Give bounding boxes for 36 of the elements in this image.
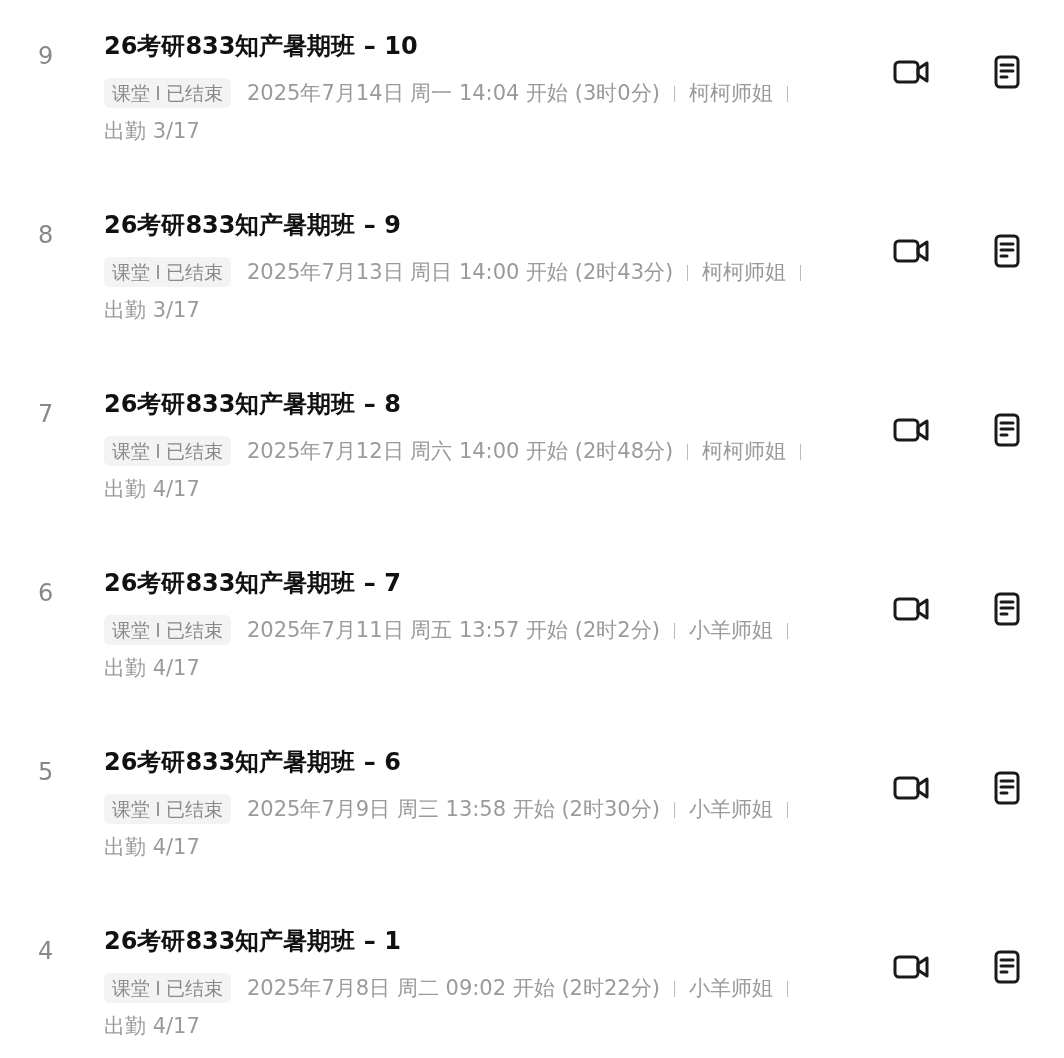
status-tag: 课堂 已结束	[104, 794, 231, 824]
status-tag: 课堂 已结束	[104, 615, 231, 645]
session-time: 2025年7月14日 周一 14:04 开始 (3时0分)	[247, 81, 660, 105]
session-title[interactable]: 26考研833知产暑期班 – 6	[104, 744, 401, 780]
teacher-name: 小羊师姐	[688, 976, 773, 1000]
session-title[interactable]: 26考研833知产暑期班 – 10	[104, 28, 418, 64]
teacher-name: 小羊师姐	[688, 618, 773, 642]
session-title[interactable]: 26考研833知产暑期班 – 9	[104, 207, 401, 243]
teacher-name: 柯柯师姐	[702, 439, 787, 463]
attendance-count: 出勤 3/17	[104, 298, 200, 322]
session-number: 4	[38, 937, 54, 965]
teacher-name: 柯柯师姐	[702, 260, 787, 284]
session-number: 7	[38, 400, 54, 428]
attendance-count: 出勤 4/17	[104, 1014, 200, 1038]
status-tag: 课堂 已结束	[104, 257, 231, 287]
status-tag: 课堂 已结束	[104, 78, 231, 108]
session-title[interactable]: 26考研833知产暑期班 – 8	[104, 386, 401, 422]
session-title[interactable]: 26考研833知产暑期班 – 1	[104, 923, 401, 959]
status-tag: 课堂 已结束	[104, 436, 231, 466]
session-number: 8	[38, 221, 54, 249]
session-number: 9	[38, 42, 54, 70]
session-number: 5	[38, 758, 54, 786]
session-time: 2025年7月13日 周日 14:00 开始 (2时43分)	[247, 260, 674, 284]
teacher-name: 小羊师姐	[688, 797, 773, 821]
session-time: 2025年7月12日 周六 14:00 开始 (2时48分)	[247, 439, 674, 463]
session-time: 2025年7月9日 周三 13:58 开始 (2时30分)	[247, 797, 660, 821]
attendance-count: 出勤 4/17	[104, 835, 200, 859]
session-title[interactable]: 26考研833知产暑期班 – 7	[104, 565, 401, 601]
attendance-count: 出勤 4/17	[104, 477, 200, 501]
session-time: 2025年7月11日 周五 13:57 开始 (2时2分)	[247, 618, 660, 642]
attendance-count: 出勤 3/17	[104, 119, 200, 143]
session-number: 6	[38, 579, 54, 607]
session-time: 2025年7月8日 周二 09:02 开始 (2时22分)	[247, 976, 660, 1000]
status-tag: 课堂 已结束	[104, 973, 231, 1003]
teacher-name: 柯柯师姐	[688, 81, 773, 105]
attendance-count: 出勤 4/17	[104, 656, 200, 680]
